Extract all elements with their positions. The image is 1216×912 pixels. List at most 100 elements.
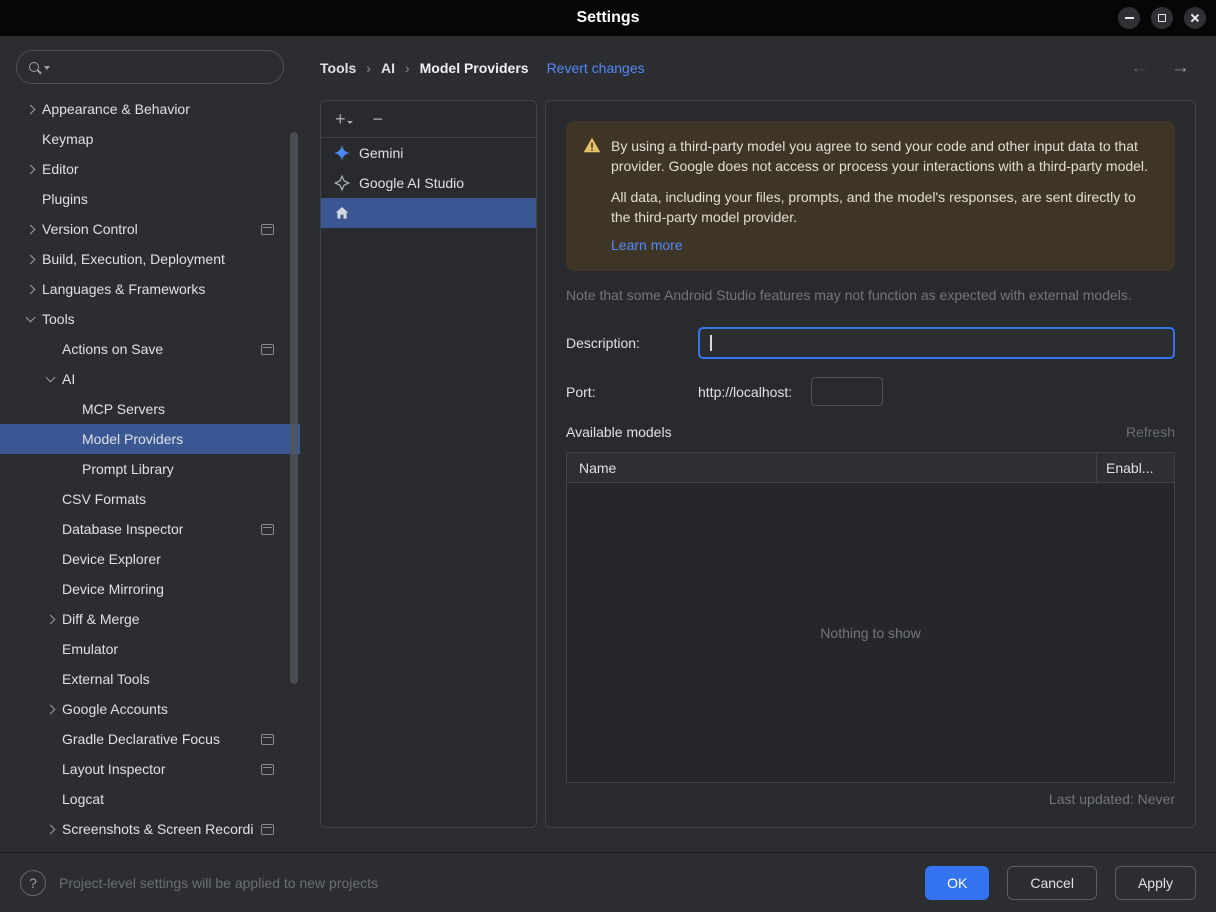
provider-item-label: Gemini [359,145,404,161]
provider-item-google-ai-studio[interactable]: Google AI Studio [321,168,536,198]
external-models-note: Note that some Android Studio features m… [566,287,1132,304]
chevron-right-icon [25,224,35,234]
sidebar-item-logcat[interactable]: Logcat [0,784,300,814]
settings-tree: Appearance & Behavior Keymap Editor Plug… [0,94,300,844]
window-controls [1118,7,1206,29]
sidebar-item-label: Screenshots & Screen Recordi [62,821,254,837]
gemini-icon [334,145,350,161]
minimize-button[interactable] [1118,7,1140,29]
sidebar-item-label: Layout Inspector [62,761,166,777]
chevron-down-icon [25,312,35,323]
sidebar-scrollbar[interactable] [290,132,298,684]
provider-list-toolbar: + − [321,101,536,138]
close-button[interactable] [1184,7,1206,29]
plugin-badge-icon [261,733,274,745]
sidebar-item-screenshots-screen-recording[interactable]: Screenshots & Screen Recordi [0,814,300,844]
description-label: Description: [566,335,640,352]
back-arrow-icon[interactable]: ← [1124,57,1155,79]
models-table-empty-state: Nothing to show [567,483,1174,782]
close-icon [1190,13,1200,23]
warning-paragraph-1: By using a third-party model you agree t… [611,138,1148,175]
model-providers-panels: + − Gemini Google AI Studio By using a t… [320,100,1196,828]
sidebar-item-model-providers[interactable]: Model Providers [0,424,300,454]
provider-item-label: Google AI Studio [359,175,465,191]
sidebar-item-device-explorer[interactable]: Device Explorer [0,544,300,574]
sidebar-item-label: Database Inspector [62,521,184,537]
search-box[interactable] [16,50,284,84]
models-table: Name Enabl... Nothing to show [566,452,1175,783]
learn-more-link[interactable]: Learn more [611,235,683,255]
footer-hint-text: Project-level settings will be applied t… [59,874,379,891]
sidebar-item-external-tools[interactable]: External Tools [0,664,300,694]
settings-sidebar: Appearance & Behavior Keymap Editor Plug… [0,36,300,852]
column-header-enabled: Enabl... [1096,453,1174,483]
search-input[interactable] [55,59,271,75]
sidebar-item-label: AI [62,371,76,387]
provider-details-panel: By using a third-party model you agree t… [545,100,1196,828]
breadcrumb-ai[interactable]: AI [381,60,395,76]
sidebar-item-prompt-library[interactable]: Prompt Library [0,454,300,484]
maximize-button[interactable] [1151,7,1173,29]
provider-item-gemini[interactable]: Gemini [321,138,536,168]
titlebar: Settings [0,0,1216,36]
column-header-name: Name [579,459,617,476]
add-provider-button[interactable]: + [335,110,353,128]
sidebar-item-label: Appearance & Behavior [42,101,190,117]
sidebar-item-label: Google Accounts [62,701,168,717]
port-input[interactable] [811,377,884,407]
sidebar-item-emulator[interactable]: Emulator [0,634,300,664]
add-dropdown-caret-icon [346,121,353,124]
forward-arrow-icon[interactable]: → [1165,57,1196,79]
chevron-right-icon [45,824,55,834]
remove-provider-button[interactable]: − [373,110,384,128]
provider-item-new-local[interactable] [321,198,536,228]
help-icon[interactable]: ? [20,869,46,896]
search-history-chevron-icon [44,66,50,70]
sidebar-item-languages-frameworks[interactable]: Languages & Frameworks [0,274,300,304]
breadcrumb-separator: › [404,60,410,76]
apply-button[interactable]: Apply [1114,865,1196,900]
cancel-button[interactable]: Cancel [1007,865,1097,900]
sidebar-item-appearance-behavior[interactable]: Appearance & Behavior [0,94,300,124]
breadcrumb-separator: › [366,60,371,76]
plugin-badge-icon [261,523,274,535]
sidebar-item-label: CSV Formats [62,491,147,507]
sidebar-item-csv-formats[interactable]: CSV Formats [0,484,300,514]
sidebar-item-mcp-servers[interactable]: MCP Servers [0,394,300,424]
sidebar-item-tools[interactable]: Tools [0,304,300,334]
sidebar-item-label: External Tools [62,671,150,687]
breadcrumb-tools[interactable]: Tools [320,60,356,76]
sidebar-item-label: Logcat [62,791,105,807]
sidebar-item-keymap[interactable]: Keymap [0,124,300,154]
sidebar-item-gradle-declarative-focus[interactable]: Gradle Declarative Focus [0,724,300,754]
text-caret [710,335,712,352]
sidebar-item-actions-on-save[interactable]: Actions on Save [0,334,300,364]
chevron-down-icon [45,372,55,383]
sidebar-item-diff-merge[interactable]: Diff & Merge [0,604,300,634]
google-ai-studio-icon [334,175,350,191]
sidebar-item-layout-inspector[interactable]: Layout Inspector [0,754,300,784]
chevron-right-icon [45,614,55,624]
sidebar-item-ai[interactable]: AI [0,364,300,394]
refresh-button[interactable]: Refresh [1126,424,1175,440]
sidebar-item-plugins[interactable]: Plugins [0,184,300,214]
revert-changes-link[interactable]: Revert changes [547,60,645,76]
sidebar-item-database-inspector[interactable]: Database Inspector [0,514,300,544]
sidebar-item-google-accounts[interactable]: Google Accounts [0,694,300,724]
sidebar-item-label: Build, Execution, Deployment [42,251,225,267]
sidebar-item-build-execution-deployment[interactable]: Build, Execution, Deployment [0,244,300,274]
sidebar-item-label: Device Mirroring [62,581,164,597]
sidebar-item-device-mirroring[interactable]: Device Mirroring [0,574,300,604]
settings-window-body: Appearance & Behavior Keymap Editor Plug… [0,36,1216,852]
sidebar-item-label: Actions on Save [62,341,164,357]
dialog-footer: ? Project-level settings will be applied… [0,852,1216,912]
sidebar-item-editor[interactable]: Editor [0,154,300,184]
sidebar-item-label: Device Explorer [62,551,161,567]
plugin-badge-icon [261,343,274,355]
sidebar-item-label: Diff & Merge [62,611,140,627]
description-input[interactable] [700,329,1173,358]
localhost-prefix: http://localhost: [698,383,793,400]
sidebar-item-label: Languages & Frameworks [42,281,206,297]
sidebar-item-version-control[interactable]: Version Control [0,214,300,244]
ok-button[interactable]: OK [925,865,990,900]
